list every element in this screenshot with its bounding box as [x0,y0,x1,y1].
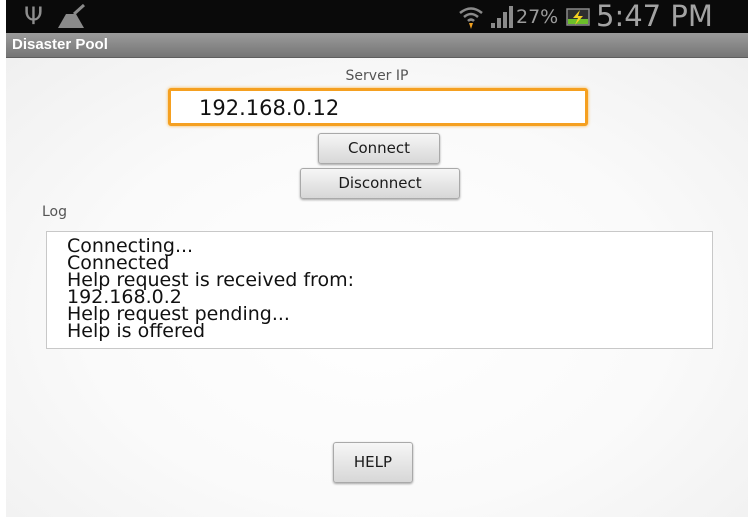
clock: 5:47 PM [596,0,713,33]
app-title: Disaster Pool [12,36,108,53]
connect-button[interactable]: Connect [318,133,440,164]
signal-icon [491,6,513,28]
status-bar: Ψ 27% 5:47 PM [6,0,748,33]
battery-percent: 27% [516,6,559,28]
usb-icon: Ψ [24,2,43,30]
disconnect-button[interactable]: Disconnect [300,168,460,199]
log-label: Log [42,204,68,220]
app-title-bar: Disaster Pool [6,33,748,58]
wifi-icon [459,7,483,29]
server-ip-input[interactable]: 192.168.0.12 [168,88,588,126]
log-output[interactable]: Connecting... Connected Help request is … [46,231,713,349]
cleaner-icon [58,4,86,28]
help-button[interactable]: HELP [333,442,413,483]
screen: Ψ 27% 5:47 PM Disaster Pool Server IP 19… [0,0,748,517]
battery-charging-icon [566,8,590,26]
log-line: Help is offered [67,320,206,342]
main-content: Server IP 192.168.0.12 Connect Disconnec… [6,58,748,517]
server-ip-label: Server IP [345,68,409,84]
